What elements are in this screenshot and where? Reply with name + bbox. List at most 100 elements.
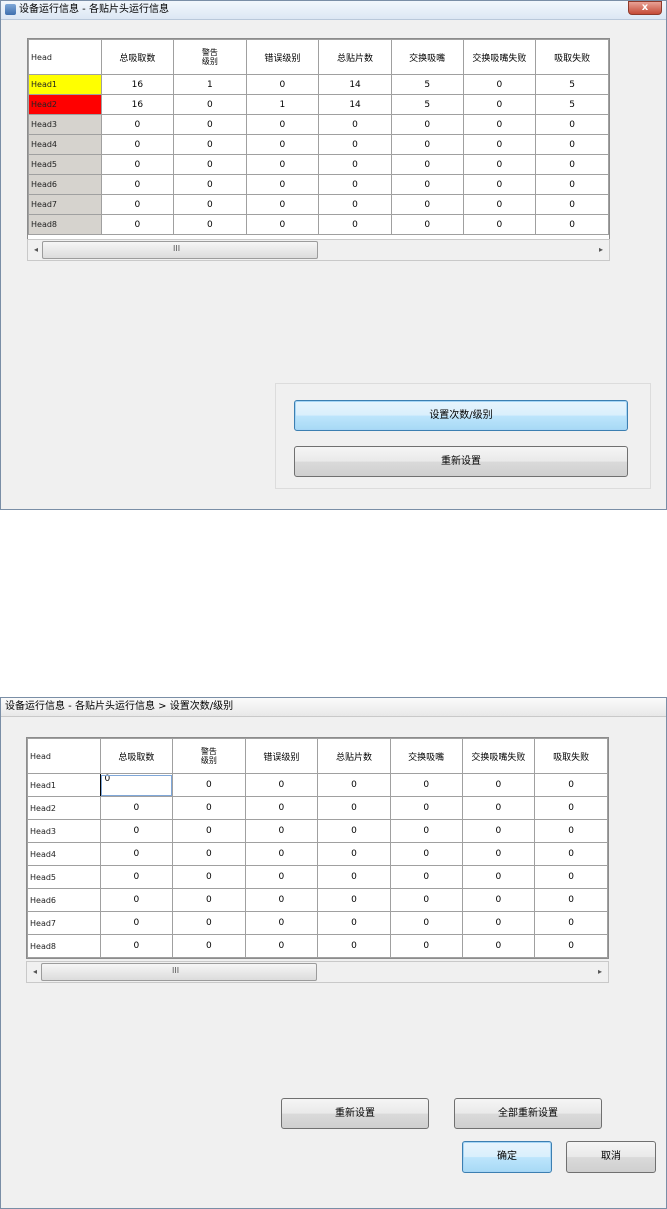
column-header-total-placed[interactable]: 总贴片数 [318, 39, 392, 75]
column-header-error-level[interactable]: 错误级别 [245, 39, 320, 75]
row-header[interactable]: Head8 [28, 214, 102, 235]
table-cell[interactable]: 0 [535, 114, 609, 135]
set-count-level-button[interactable]: 设置次数/级别 [294, 400, 628, 431]
table-row[interactable]: Head3 0 0 0 0 0 0 0 [28, 114, 609, 135]
table-cell[interactable]: 0 [318, 134, 392, 155]
table-cell[interactable]: 0 [390, 154, 464, 175]
table-cell[interactable]: 0 [244, 773, 319, 797]
table-cell[interactable]: 0 [245, 214, 320, 235]
table-cell[interactable]: 0 [390, 134, 464, 155]
table-cell[interactable]: 0 [100, 194, 175, 215]
cancel-button[interactable]: 取消 [566, 1141, 656, 1173]
table-cell[interactable]: 0 [245, 194, 320, 215]
row-header[interactable]: Head4 [28, 134, 102, 155]
table-cell[interactable]: 0 [173, 194, 247, 215]
table-cell[interactable]: 0 [462, 154, 537, 175]
column-header-warning-level[interactable]: 警告级别 [173, 39, 247, 75]
row-header[interactable]: Head8 [27, 934, 101, 958]
threshold-grid[interactable]: Head 总吸取数 警告级别 错误级别 总贴片数 交换吸嘴 交换吸嘴失败 吸取失… [26, 737, 609, 959]
scroll-right-icon[interactable]: ▸ [594, 966, 606, 978]
table-cell[interactable]: 16 [100, 74, 175, 95]
table-cell[interactable]: 0 [317, 888, 391, 912]
table-cell[interactable]: 0 [244, 911, 319, 935]
table-cell[interactable]: 0 [318, 214, 392, 235]
table-cell[interactable]: 0 [99, 934, 174, 958]
table-row[interactable]: Head3 0 0 0 0 0 0 0 [27, 819, 608, 843]
table-cell[interactable]: 5 [535, 94, 609, 115]
table-cell[interactable]: 0 [245, 114, 320, 135]
row-header[interactable]: Head5 [27, 865, 101, 889]
table-cell[interactable]: 0 [99, 911, 174, 935]
reset-all-button[interactable]: 全部重新设置 [454, 1098, 602, 1129]
table-cell[interactable]: 0 [462, 214, 537, 235]
table-cell[interactable]: 0 [462, 94, 537, 115]
table-cell[interactable]: 0 [534, 773, 608, 797]
table-cell[interactable]: 0 [172, 773, 246, 797]
reset-button[interactable]: 重新设置 [281, 1098, 429, 1129]
table-cell[interactable]: 0 [534, 819, 608, 843]
table-cell[interactable]: 0 [317, 865, 391, 889]
table-cell[interactable]: 5 [390, 74, 464, 95]
column-header-nozzle-change[interactable]: 交换吸嘴 [390, 39, 464, 75]
table-row[interactable]: Head6 0 0 0 0 0 0 0 [27, 888, 608, 912]
row-header[interactable]: Head5 [28, 154, 102, 175]
cell-editor-input[interactable]: 0 [99, 773, 174, 797]
table-cell[interactable]: 0 [172, 934, 246, 958]
table-cell[interactable]: 0 [172, 796, 246, 820]
table-row[interactable]: Head4 0 0 0 0 0 0 0 [27, 842, 608, 866]
table-cell[interactable]: 0 [534, 911, 608, 935]
table-cell[interactable]: 0 [99, 865, 174, 889]
table-cell[interactable]: 0 [99, 888, 174, 912]
table-cell[interactable]: 0 [461, 773, 536, 797]
table-cell[interactable]: 0 [534, 934, 608, 958]
row-header[interactable]: Head6 [28, 174, 102, 195]
table-cell[interactable]: 0 [461, 796, 536, 820]
column-header-nozzle-change[interactable]: 交换吸嘴 [389, 738, 463, 774]
table-cell[interactable]: 0 [100, 114, 175, 135]
table-cell[interactable]: 0 [173, 154, 247, 175]
table-cell[interactable]: 0 [244, 842, 319, 866]
table-row[interactable]: Head5 0 0 0 0 0 0 0 [27, 865, 608, 889]
row-header[interactable]: Head2 [27, 796, 101, 820]
column-header-nozzle-change-fail[interactable]: 交换吸嘴失败 [461, 738, 536, 774]
table-cell[interactable]: 0 [245, 74, 320, 95]
row-header[interactable]: Head3 [27, 819, 101, 843]
row-header[interactable]: Head1 [28, 74, 102, 95]
scroll-right-icon[interactable]: ▸ [595, 244, 607, 256]
table-cell[interactable]: 0 [318, 174, 392, 195]
table-row[interactable]: Head8 0 0 0 0 0 0 0 [28, 214, 609, 235]
table-cell[interactable]: 0 [389, 796, 463, 820]
table-cell[interactable]: 0 [100, 154, 175, 175]
table-cell[interactable]: 0 [461, 865, 536, 889]
title-bar[interactable]: 设备运行信息 - 各贴片头运行信息 x [1, 1, 666, 20]
table-cell[interactable]: 0 [535, 174, 609, 195]
column-header-pickup-fail[interactable]: 吸取失败 [534, 738, 608, 774]
table-row[interactable]: Head5 0 0 0 0 0 0 0 [28, 154, 609, 175]
table-cell[interactable]: 0 [389, 865, 463, 889]
table-cell[interactable]: 0 [244, 934, 319, 958]
table-cell[interactable]: 0 [173, 174, 247, 195]
table-cell[interactable]: 0 [318, 154, 392, 175]
table-cell[interactable]: 0 [462, 194, 537, 215]
row-header[interactable]: Head4 [27, 842, 101, 866]
table-cell[interactable]: 0 [173, 134, 247, 155]
table-cell[interactable]: 0 [100, 174, 175, 195]
table-cell[interactable]: 0 [390, 214, 464, 235]
table-cell[interactable]: 0 [389, 819, 463, 843]
table-cell[interactable]: 0 [173, 214, 247, 235]
head-info-grid[interactable]: Head 总吸取数 警告级别 错误级别 总贴片数 交换吸嘴 交换吸嘴失败 吸取失… [27, 38, 610, 260]
table-cell[interactable]: 0 [318, 194, 392, 215]
table-cell[interactable]: 0 [535, 194, 609, 215]
table-cell[interactable]: 0 [317, 796, 391, 820]
table-cell[interactable]: 0 [317, 819, 391, 843]
table-row[interactable]: Head7 0 0 0 0 0 0 0 [28, 194, 609, 215]
scroll-left-icon[interactable]: ◂ [30, 244, 42, 256]
table-cell[interactable]: 0 [99, 796, 174, 820]
title-bar[interactable]: 设备运行信息 - 各贴片头运行信息 > 设置次数/级别 [1, 698, 666, 717]
table-cell[interactable]: 0 [462, 114, 537, 135]
table-cell[interactable]: 0 [173, 94, 247, 115]
table-cell[interactable]: 0 [389, 842, 463, 866]
table-cell[interactable]: 0 [389, 934, 463, 958]
table-cell[interactable]: 0 [462, 134, 537, 155]
table-cell[interactable]: 0 [173, 114, 247, 135]
